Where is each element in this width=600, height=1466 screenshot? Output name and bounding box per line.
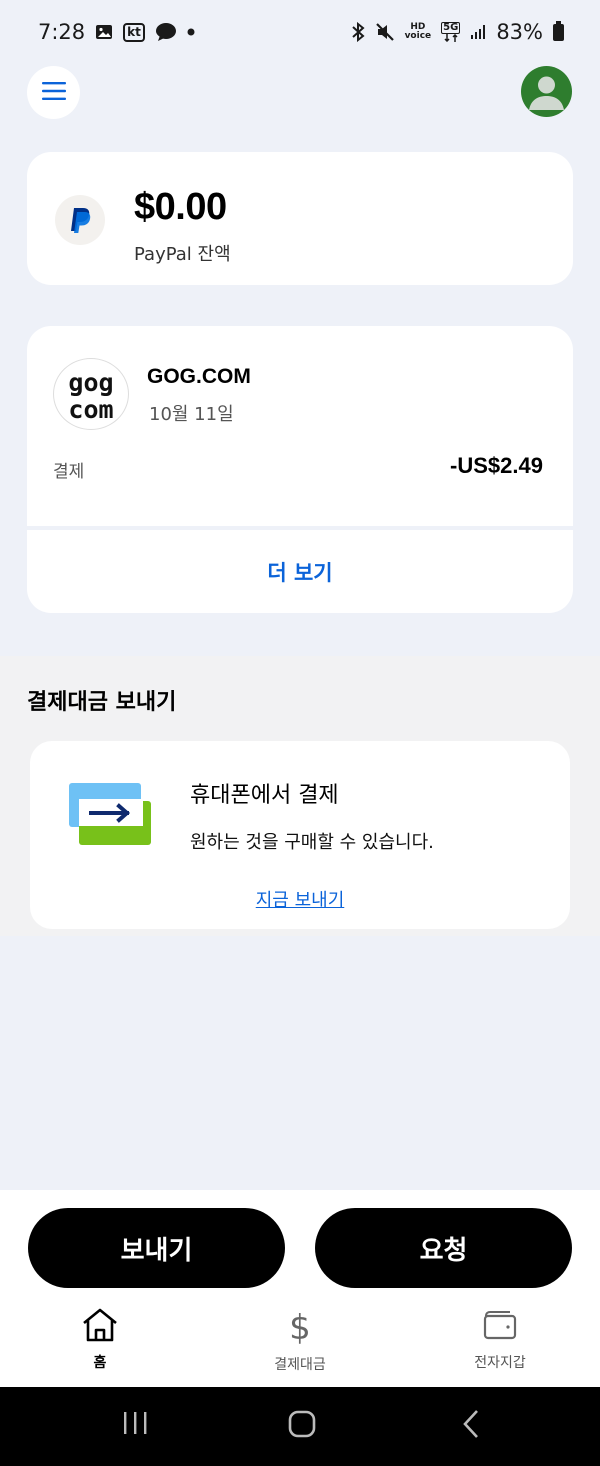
send-now-link: 지금 보내기 (30, 886, 570, 912)
hd-voice-icon: HD voice (405, 23, 432, 41)
gog-logo-bottom: com (68, 395, 113, 422)
balance-label: PayPal 잔액 (134, 244, 231, 265)
nav-wallet[interactable]: 전자지갑 (400, 1308, 600, 1378)
status-bar: 7:28 kt HD voice 5G 83% (0, 0, 600, 64)
send-button[interactable]: 보내기 (28, 1208, 285, 1288)
hamburger-menu-icon (41, 81, 66, 104)
mute-icon (375, 22, 395, 42)
transaction-date: 10월 11일 (149, 404, 234, 425)
gog-logo-icon: gog com (53, 358, 129, 430)
nav-wallet-label: 전자지갑 (474, 1355, 526, 1371)
svg-text:$: $ (289, 1308, 311, 1344)
network-label: 5G (441, 22, 461, 34)
send-now-link-text[interactable]: 지금 보내기 (256, 890, 345, 911)
recent-activity-card: gog com GOG.COM 10월 11일 결제 -US$2.49 더 보기 (27, 326, 573, 613)
dot-icon (187, 28, 195, 36)
chat-bubble-icon (155, 22, 177, 42)
send-promo-card: 휴대폰에서 결제 원하는 것을 구매할 수 있습니다. 지금 보내기 (30, 741, 570, 929)
show-more-button[interactable]: 더 보기 (27, 530, 573, 613)
nav-home-label: 홈 (93, 1355, 107, 1371)
menu-button[interactable] (27, 66, 80, 119)
send-card-arrow-icon (69, 781, 151, 851)
nav-home[interactable]: 홈 (0, 1308, 200, 1378)
send-section-heading: 결제대금 보내기 (27, 690, 177, 715)
image-icon (95, 24, 113, 40)
request-button[interactable]: 요청 (315, 1208, 572, 1288)
home-icon (81, 1308, 119, 1346)
home-circle-icon[interactable] (287, 1409, 317, 1439)
transaction-type: 결제 (53, 462, 85, 482)
dollar-icon: $ (285, 1308, 315, 1348)
wallet-icon (482, 1308, 518, 1346)
back-icon[interactable] (459, 1409, 485, 1439)
send-card-title: 휴대폰에서 결제 (190, 783, 339, 808)
transaction-row[interactable]: gog com GOG.COM 10월 11일 결제 -US$2.49 (27, 326, 573, 526)
paypal-logo-icon (55, 195, 105, 245)
balance-card[interactable]: $0.00 PayPal 잔액 (27, 152, 573, 285)
recents-icon[interactable] (120, 1409, 150, 1437)
5g-icon: 5G (441, 22, 461, 42)
kt-icon: kt (123, 22, 145, 42)
gog-logo-top: gog (68, 368, 113, 397)
system-nav-bar (0, 1387, 600, 1466)
transaction-amount: -US$2.49 (450, 453, 543, 478)
battery-icon (553, 20, 564, 41)
battery-percent: 83% (496, 20, 543, 44)
send-card-description: 원하는 것을 구매할 수 있습니다. (190, 832, 434, 853)
balance-amount: $0.00 (134, 186, 227, 228)
voice-label: voice (404, 31, 432, 41)
signal-icon (470, 24, 486, 40)
user-avatar-icon (521, 76, 572, 117)
profile-avatar-button[interactable] (521, 66, 572, 117)
nav-payments-label: 결제대금 (274, 1357, 326, 1373)
bluetooth-icon (351, 22, 365, 42)
nav-payments[interactable]: $ 결제대금 (200, 1308, 400, 1378)
merchant-name: GOG.COM (147, 365, 251, 388)
status-time: 7:28 (38, 20, 86, 44)
